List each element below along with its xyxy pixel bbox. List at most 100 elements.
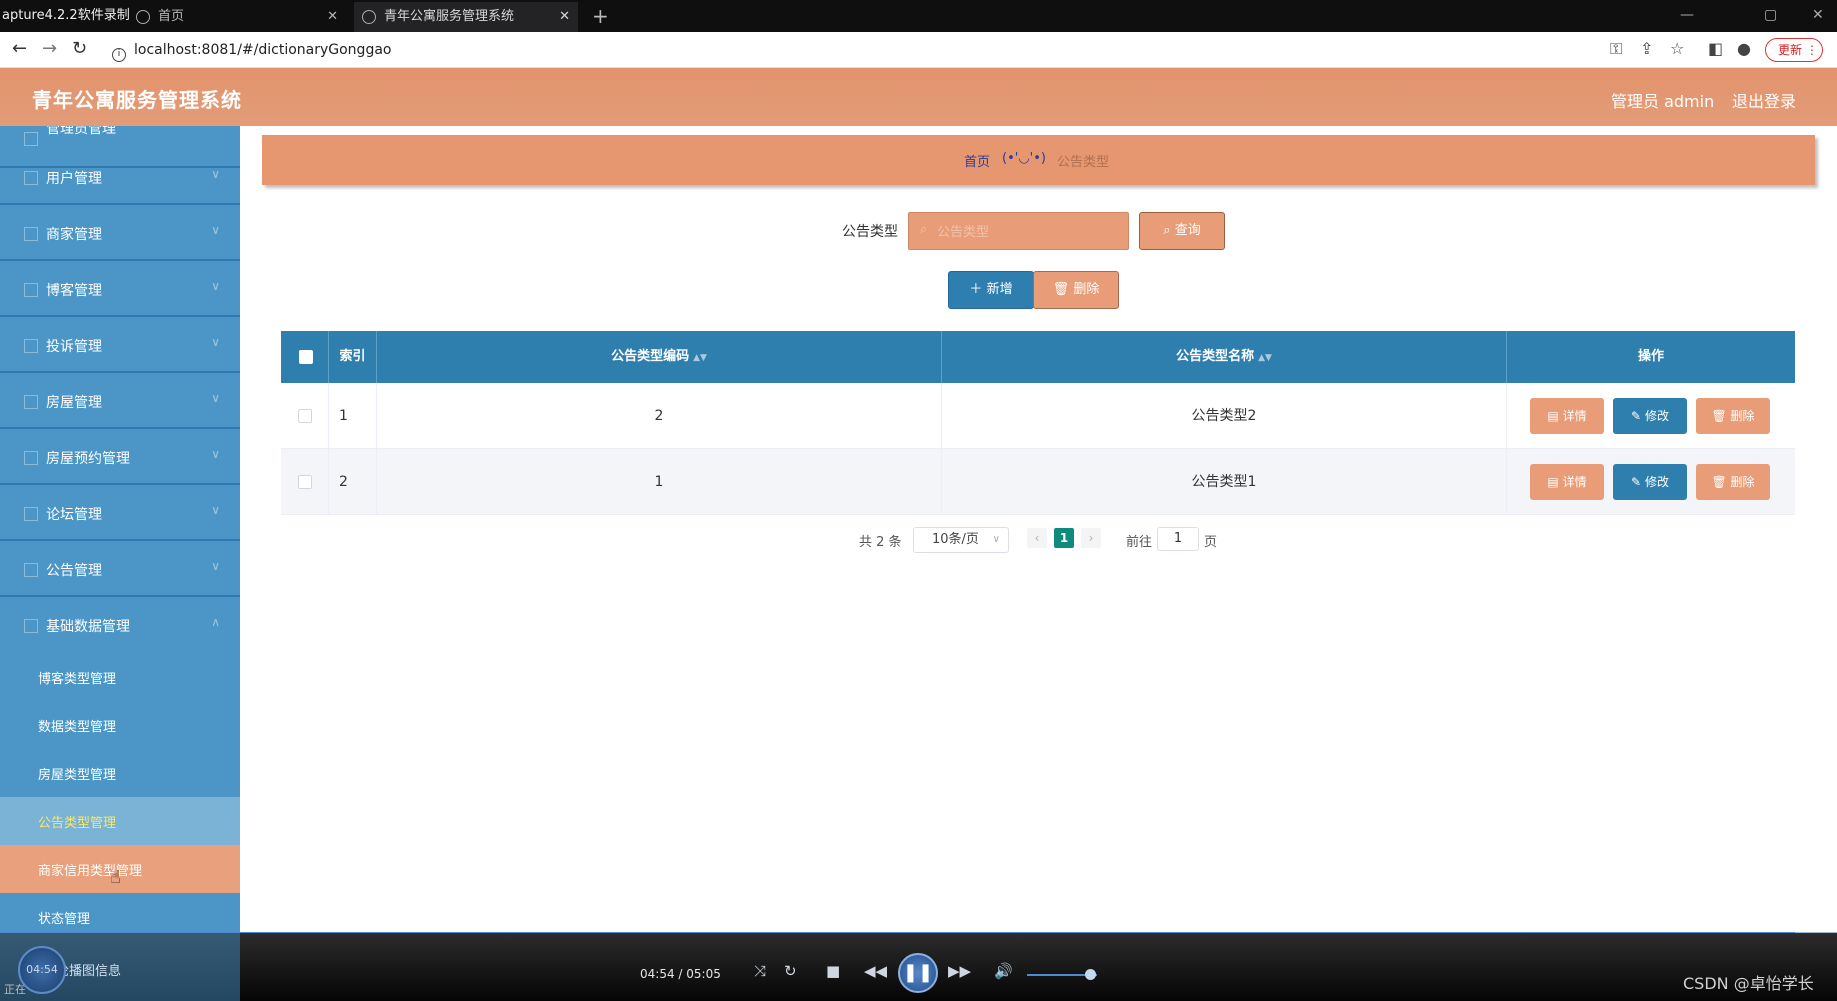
submenu-merchant-credit-type[interactable]: 商家信用类型管理 ☝	[0, 845, 240, 893]
sidepanel-icon[interactable]: ◧	[1708, 39, 1723, 58]
page-size-select[interactable]: 10条/页 ∨	[913, 527, 1009, 553]
submenu-label: 公告类型管理	[38, 816, 117, 831]
row-delete-button[interactable]: 🗑 删除	[1696, 464, 1770, 500]
submenu-label: 状态管理	[38, 912, 91, 927]
remove-label: 删除	[1730, 409, 1755, 423]
select-all-checkbox[interactable]	[299, 350, 313, 364]
row-checkbox[interactable]	[298, 475, 312, 489]
column-code[interactable]: 公告类型编码 ▲▼	[377, 331, 942, 383]
profile-icon[interactable]: ●	[1737, 39, 1751, 58]
sidebar-item-label: 管理员管理	[46, 126, 116, 137]
sidebar-item-houses[interactable]: 房屋管理 ∨	[0, 375, 240, 429]
breadcrumb: 首页 (•'◡'•) 公告类型	[262, 135, 1815, 185]
sidebar: 管理员管理 用户管理 ∨ 商家管理 ∨ 博客管理 ∨ 投诉管理 ∨ 房屋管理 ∨…	[0, 126, 240, 939]
blog-icon	[24, 283, 38, 297]
app-title: 青年公寓服务管理系统	[32, 88, 242, 112]
close-window-icon[interactable]: ✕	[1812, 0, 1824, 32]
browser-tab-active[interactable]: 青年公寓服务管理系统 ✕	[354, 2, 578, 32]
query-label: 查询	[1174, 223, 1201, 238]
bulk-delete-button[interactable]: 🗑 删除	[1033, 271, 1119, 309]
sidebar-item-notices[interactable]: 公告管理 ∨	[0, 543, 240, 597]
volume-icon[interactable]: 🔊	[994, 962, 1013, 980]
complaint-icon	[24, 339, 38, 353]
close-tab-icon[interactable]: ✕	[327, 2, 338, 32]
sort-icon[interactable]: ▲▼	[693, 353, 707, 363]
rewind-icon[interactable]: ◀◀	[864, 962, 887, 980]
search-input[interactable]	[937, 221, 1117, 241]
plus-icon: ＋	[969, 282, 983, 297]
document-icon: ▤	[1547, 409, 1559, 423]
repeat-icon[interactable]: ↻	[784, 962, 797, 980]
prev-page-icon[interactable]: ‹	[1027, 528, 1047, 548]
sidebar-item-blogs[interactable]: 博客管理 ∨	[0, 263, 240, 317]
browser-tab-home[interactable]: 首页 ✕	[128, 2, 346, 32]
page-number-current[interactable]: 1	[1054, 528, 1074, 548]
trash-icon: 🗑	[1711, 409, 1727, 423]
search-icon: ⌕	[1163, 223, 1171, 238]
volume-knob[interactable]	[1085, 969, 1096, 980]
site-info-icon[interactable]: i	[112, 48, 126, 62]
chevron-down-icon: ∨	[211, 167, 220, 181]
notice-icon	[24, 563, 38, 577]
sidebar-item-forum[interactable]: 论坛管理 ∨	[0, 487, 240, 541]
house-icon	[24, 395, 38, 409]
breadcrumb-home[interactable]: 首页	[964, 151, 990, 170]
submenu-data-type[interactable]: 数据类型管理	[0, 701, 240, 749]
row-checkbox[interactable]	[298, 409, 312, 423]
close-tab-icon[interactable]: ✕	[559, 2, 570, 32]
sidebar-item-merchants[interactable]: 商家管理 ∨	[0, 207, 240, 261]
sidebar-item-base-data[interactable]: 基础数据管理 ∧	[0, 599, 240, 653]
maximize-icon[interactable]: ▢	[1764, 0, 1777, 32]
row-delete-button[interactable]: 🗑 删除	[1696, 398, 1770, 434]
fast-forward-icon[interactable]: ▶▶	[948, 962, 971, 980]
table-header: 索引 公告类型编码 ▲▼ 公告类型名称 ▲▼ 操作	[281, 331, 1795, 383]
detail-label: 详情	[1562, 475, 1587, 489]
next-page-icon[interactable]: ›	[1081, 528, 1101, 548]
cell-actions: ▤ 详情 ✎ 修改 🗑 删除	[1507, 383, 1795, 449]
submenu-label: 博客类型管理	[38, 672, 117, 687]
detail-button[interactable]: ▤ 详情	[1530, 464, 1604, 500]
cell-actions: ▤ 详情 ✎ 修改 🗑 删除	[1507, 449, 1795, 515]
goto-page-input[interactable]: 1	[1157, 527, 1199, 551]
update-button[interactable]: 更新 ⋮	[1765, 38, 1823, 62]
stop-icon[interactable]: ■	[826, 962, 840, 980]
submenu-label: 商家信用类型管理	[38, 864, 143, 879]
sidebar-item-users[interactable]: 用户管理 ∨	[0, 151, 240, 205]
sort-icon[interactable]: ▲▼	[1258, 353, 1272, 363]
minimize-icon[interactable]: —	[1680, 0, 1694, 32]
submenu-house-type[interactable]: 房屋类型管理	[0, 749, 240, 797]
back-icon[interactable]: ←	[12, 38, 27, 59]
share-icon[interactable]: ⇪	[1640, 39, 1653, 58]
edit-button[interactable]: ✎ 修改	[1613, 464, 1687, 500]
edit-button[interactable]: ✎ 修改	[1613, 398, 1687, 434]
sidebar-item-house-booking[interactable]: 房屋预约管理 ∨	[0, 431, 240, 485]
sidebar-item-label: 房屋预约管理	[46, 451, 130, 467]
player-time-badge: 04:54	[18, 946, 66, 994]
column-name[interactable]: 公告类型名称 ▲▼	[942, 331, 1507, 383]
url-field[interactable]: i localhost:8081/#/dictionaryGonggao	[112, 38, 391, 62]
select-all-cell	[281, 331, 329, 383]
forward-icon[interactable]: →	[42, 38, 57, 59]
sidebar-item-label: 公告管理	[46, 563, 102, 579]
key-icon[interactable]: ⚿	[1610, 39, 1622, 59]
add-button[interactable]: ＋ 新增	[948, 271, 1034, 309]
pause-icon[interactable]: ❚❚	[898, 953, 938, 993]
chevron-up-icon: ∧	[211, 615, 220, 629]
submenu-blog-type[interactable]: 博客类型管理	[0, 653, 240, 701]
submenu-notice-type[interactable]: 公告类型管理	[0, 797, 240, 845]
new-tab-icon[interactable]: +	[592, 0, 609, 32]
sidebar-item-label: 商家管理	[46, 227, 102, 243]
reload-icon[interactable]: ↻	[72, 38, 87, 59]
query-button[interactable]: ⌕ 查询	[1139, 212, 1225, 250]
sidebar-item-complaints[interactable]: 投诉管理 ∨	[0, 319, 240, 373]
chevron-down-icon: ∨	[992, 534, 1000, 545]
detail-button[interactable]: ▤ 详情	[1530, 398, 1604, 434]
column-index: 索引	[329, 331, 377, 383]
shuffle-icon[interactable]: ⤨	[754, 962, 766, 980]
admin-user-label[interactable]: 管理员 admin	[1611, 88, 1714, 112]
logout-link[interactable]: 退出登录	[1732, 88, 1796, 112]
edit-label: 修改	[1644, 409, 1669, 423]
pencil-icon: ✎	[1631, 475, 1642, 489]
table-row: 2 1 公告类型1 ▤ 详情 ✎ 修改 🗑 删除	[281, 449, 1795, 515]
star-icon[interactable]: ☆	[1670, 39, 1684, 58]
